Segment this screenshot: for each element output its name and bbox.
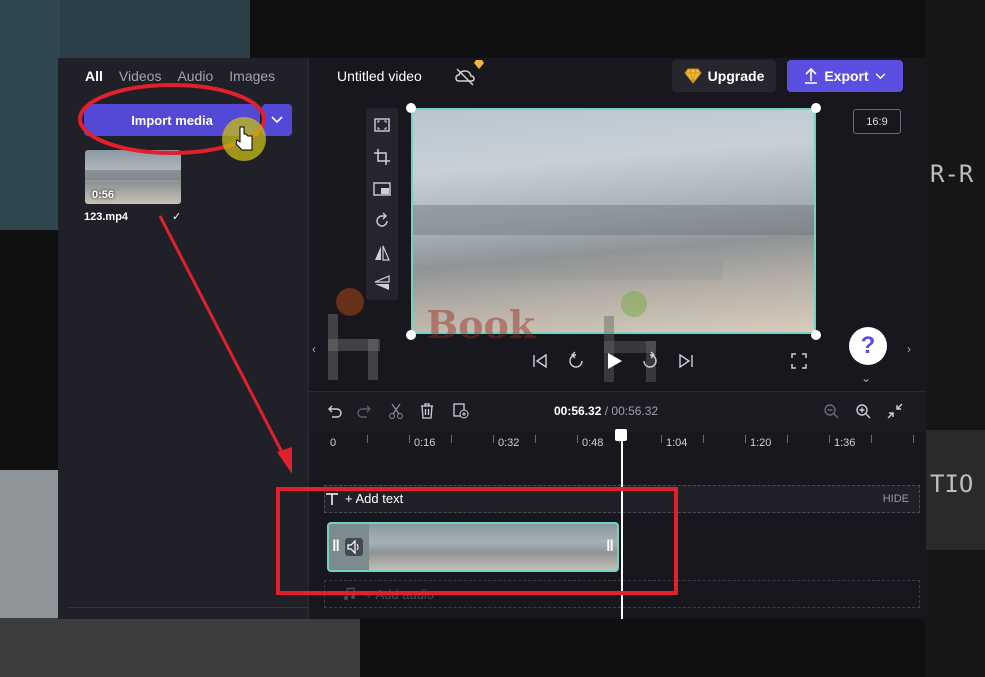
- annotation-overlay: [78, 83, 678, 595]
- annotation-arrow: [158, 215, 289, 463]
- annotation-arrowhead: [277, 447, 292, 474]
- annotation-box: [276, 487, 678, 595]
